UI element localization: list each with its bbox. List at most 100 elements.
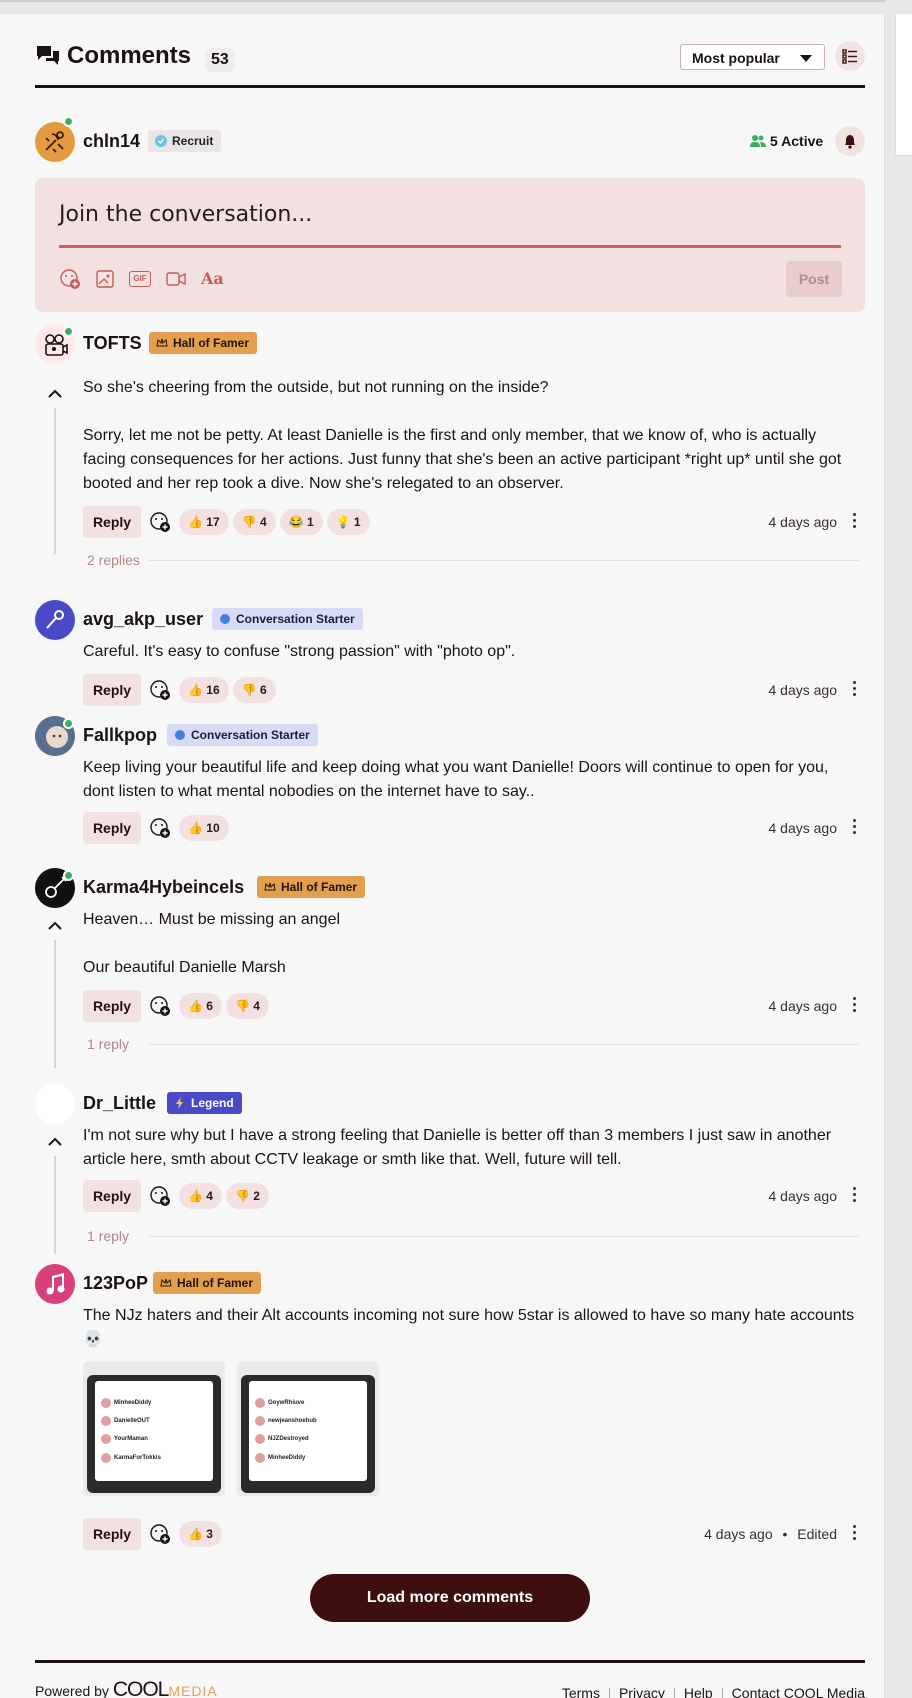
comment-timestamp: 4 days ago (768, 998, 838, 1014)
reaction-thumbs-up[interactable]: 👍 6 (179, 993, 222, 1019)
comment-username[interactable]: Fallkpop (83, 725, 157, 746)
comment: Karma4Hybeincels Hall of Famer Heaven… M… (35, 868, 865, 1068)
comment-actions: Reply 👍 3 4 days ago • Edited (83, 1518, 865, 1550)
emoji-add-icon[interactable] (149, 511, 171, 533)
comment-body: The NJz haters and their Alt accounts in… (83, 1304, 863, 1352)
reaction-thumbs-down[interactable]: 👎 4 (225, 993, 269, 1019)
more-options-icon[interactable] (853, 1187, 857, 1205)
gif-button[interactable]: GIF (129, 271, 151, 287)
users-icon (750, 135, 766, 147)
replies-toggle[interactable]: 2 replies (87, 552, 140, 568)
chevron-up-icon[interactable] (47, 388, 63, 400)
active-users[interactable]: 5 Active (750, 133, 823, 149)
emoji-add-icon[interactable] (59, 268, 81, 290)
emoji-add-icon[interactable] (149, 817, 171, 839)
video-icon[interactable] (165, 268, 187, 290)
reply-button[interactable]: Reply (83, 812, 141, 844)
more-options-icon[interactable] (853, 997, 857, 1015)
online-indicator (63, 116, 74, 127)
reaction-laugh[interactable]: 😂 1 (279, 509, 323, 535)
reaction-list: 👍 16 👎 6 (179, 677, 276, 703)
replies-toggle[interactable]: 1 reply (87, 1036, 129, 1052)
reaction-emoji: 👍 (188, 999, 203, 1013)
reaction-thumbs-down[interactable]: 👎 6 (232, 677, 276, 703)
reaction-thumbs-up[interactable]: 👍 10 (179, 815, 229, 841)
load-more-button[interactable]: Load more comments (310, 1574, 590, 1622)
reply-button[interactable]: Reply (83, 1180, 141, 1212)
footer-link-help[interactable]: Help (684, 1685, 713, 1698)
footer-link-terms[interactable]: Terms (562, 1685, 600, 1698)
sort-dropdown[interactable]: Most popular (680, 44, 825, 70)
reply-button[interactable]: Reply (83, 506, 141, 538)
avatar[interactable] (35, 1264, 75, 1304)
replies-divider (149, 560, 859, 561)
comment-username[interactable]: Dr_Little (83, 1093, 156, 1114)
comment-username[interactable]: 123PoP (83, 1273, 148, 1294)
reply-button[interactable]: Reply (83, 674, 141, 706)
chevron-up-icon[interactable] (47, 920, 63, 932)
more-options-icon[interactable] (853, 681, 857, 699)
online-indicator (63, 870, 74, 881)
text-format-button[interactable]: Aa (201, 268, 224, 290)
more-options-icon[interactable] (853, 513, 857, 531)
current-username[interactable]: chln14 (83, 131, 140, 152)
crown-icon (160, 1278, 172, 1287)
notifications-button[interactable] (835, 126, 865, 156)
emoji-add-icon[interactable] (149, 1523, 171, 1545)
hall-of-famer-badge: Hall of Famer (257, 876, 366, 898)
attachment-image[interactable]: GoywRhiuve newjeanshoehub NJZDestroyed M… (237, 1362, 379, 1496)
reaction-idea[interactable]: 💡 1 (326, 509, 370, 535)
reaction-thumbs-down[interactable]: 👎 2 (225, 1183, 269, 1209)
reaction-count: 17 (206, 515, 220, 529)
avatar[interactable] (35, 1084, 75, 1124)
reaction-thumbs-up[interactable]: 👍 16 (179, 677, 229, 703)
attachment-image[interactable]: MinheeDiddy DanielleOUT YourMaman KarmaF… (83, 1362, 225, 1496)
reaction-thumbs-up[interactable]: 👍 3 (179, 1521, 222, 1547)
reaction-thumbs-down[interactable]: 👎 4 (232, 509, 276, 535)
online-indicator (63, 718, 74, 729)
comment-body: Careful. It's easy to confuse "strong pa… (83, 640, 863, 664)
legend-badge: Legend (167, 1092, 242, 1114)
reaction-thumbs-up[interactable]: 👍 4 (179, 1183, 222, 1209)
comment-timestamp: 4 days ago (768, 820, 838, 836)
screenshot-list: MinheeDiddy DanielleOUT YourMaman KarmaF… (95, 1381, 213, 1481)
composer-input[interactable]: Join the conversation... (59, 202, 312, 227)
cool-media-logo[interactable]: COOL (113, 1678, 170, 1698)
footer-link-contact[interactable]: Contact COOL Media (732, 1685, 865, 1698)
image-icon[interactable] (95, 268, 115, 290)
reply-button[interactable]: Reply (83, 1518, 141, 1550)
reaction-thumbs-up[interactable]: 👍 17 (179, 509, 229, 535)
footer-link-privacy[interactable]: Privacy (619, 1685, 665, 1698)
post-button[interactable]: Post (786, 261, 842, 297)
emoji-add-icon[interactable] (149, 679, 171, 701)
comment-username[interactable]: Karma4Hybeincels (83, 877, 244, 898)
comment-composer[interactable]: Join the conversation... GIF Aa Post (35, 178, 865, 312)
comment-username[interactable]: avg_akp_user (83, 609, 203, 630)
screenshot-row: NJZDestroyed (255, 1433, 309, 1445)
comment-username[interactable]: TOFTS (83, 333, 142, 354)
recruit-badge: Recruit (148, 130, 222, 152)
emoji-add-icon[interactable] (149, 995, 171, 1017)
comment-paragraph: Sorry, let me not be petty. At least Dan… (83, 427, 842, 492)
avatar[interactable] (35, 122, 75, 162)
comment-timestamp: 4 days ago • Edited (704, 1526, 837, 1542)
reply-button[interactable]: Reply (83, 990, 141, 1022)
chevron-up-icon[interactable] (47, 1136, 63, 1148)
comment: TOFTS Hall of Famer So she's cheering fr… (35, 324, 865, 568)
replies-divider (149, 1236, 859, 1237)
crown-icon (264, 882, 276, 891)
emoji-add-icon[interactable] (149, 1185, 171, 1207)
conversation-starter-badge: Conversation Starter (167, 724, 318, 746)
list-view-button[interactable] (835, 41, 865, 71)
more-options-icon[interactable] (853, 819, 857, 837)
screenshot-row: newjeanshoehub (255, 1415, 317, 1427)
replies-toggle[interactable]: 1 reply (87, 1228, 129, 1244)
badge-label: Conversation Starter (191, 728, 310, 742)
screenshot-row: YourMaman (101, 1433, 148, 1445)
avatar[interactable] (35, 600, 75, 640)
screenshot-list: GoywRhiuve newjeanshoehub NJZDestroyed M… (249, 1381, 367, 1481)
guitarist-icon (45, 131, 64, 153)
comment-body: Keep living your beautiful life and keep… (83, 756, 863, 804)
footer: Powered by COOLMEDIA Terms Privacy Help Con… (35, 1660, 865, 1698)
more-options-icon[interactable] (853, 1525, 857, 1543)
